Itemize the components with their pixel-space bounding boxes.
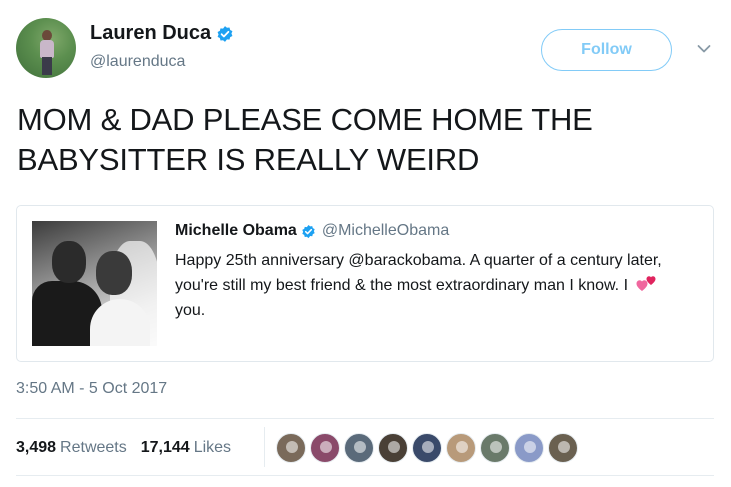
liker-face-shape [286,441,298,453]
stats-separator [264,427,265,467]
retweets-stat[interactable]: 3,498 Retweets [16,439,127,457]
avatar-figure-legs [42,57,52,75]
divider-bottom [16,475,714,476]
two-hearts-emoji-icon [636,276,656,291]
liker-avatar[interactable] [548,433,578,463]
liker-avatar[interactable] [378,433,408,463]
divider-top [16,418,714,419]
liker-avatar[interactable] [310,433,340,463]
liker-face-shape [388,441,400,453]
liker-face-shape [354,441,366,453]
author-name[interactable]: Lauren Duca [90,22,211,45]
photo-woman-head-shape [96,251,132,295]
quoted-tweet-text: Happy 25th anniversary @barackobama. A q… [175,248,695,323]
verified-badge-icon [217,25,233,42]
likers-avatars [276,433,582,463]
liker-face-shape [422,441,434,453]
tweet-text: MOM & DAD PLEASE COME HOME THE BABYSITTE… [17,102,593,177]
quoted-text-part-2: you. [175,302,206,319]
quoted-tweet-header: Michelle Obama @MichelleObama [175,222,449,240]
liker-avatar[interactable] [514,433,544,463]
quoted-author-name: Michelle Obama [175,222,297,239]
quoted-text-part-1: Happy 25th anniversary @barackobama. A q… [175,252,662,294]
photo-man-head-shape [52,241,86,283]
liker-face-shape [490,441,502,453]
liker-avatar[interactable] [446,433,476,463]
liker-avatar[interactable] [480,433,510,463]
liker-avatar[interactable] [344,433,374,463]
author-name-row: Lauren Duca [90,22,234,45]
liker-avatar[interactable] [412,433,442,463]
liker-avatar[interactable] [276,433,306,463]
quoted-tweet-photo[interactable] [32,221,157,346]
liker-face-shape [558,441,570,453]
quoted-tweet-card[interactable]: Michelle Obama @MichelleObama Happy 25th… [16,205,714,362]
liker-face-shape [456,441,468,453]
author-avatar[interactable] [16,18,76,78]
tweet-timestamp[interactable]: 3:50 AM - 5 Oct 2017 [16,380,167,398]
retweets-label: Retweets [60,439,127,456]
liker-face-shape [320,441,332,453]
likes-count: 17,144 [140,439,190,456]
retweets-count: 3,498 [16,439,57,456]
likes-label: Likes [193,439,232,456]
tweet-stats: 3,498 Retweets 17,144 Likes [16,439,245,457]
likes-stat[interactable]: 17,144 Likes [141,439,231,457]
verified-badge-icon [302,224,315,238]
avatar-figure-body [40,40,54,58]
quoted-author-handle: @MichelleObama [321,222,450,239]
author-handle[interactable]: @laurenduca [90,53,185,71]
follow-button[interactable]: Follow [541,29,672,71]
liker-face-shape [524,441,536,453]
chevron-down-icon[interactable] [697,44,711,54]
